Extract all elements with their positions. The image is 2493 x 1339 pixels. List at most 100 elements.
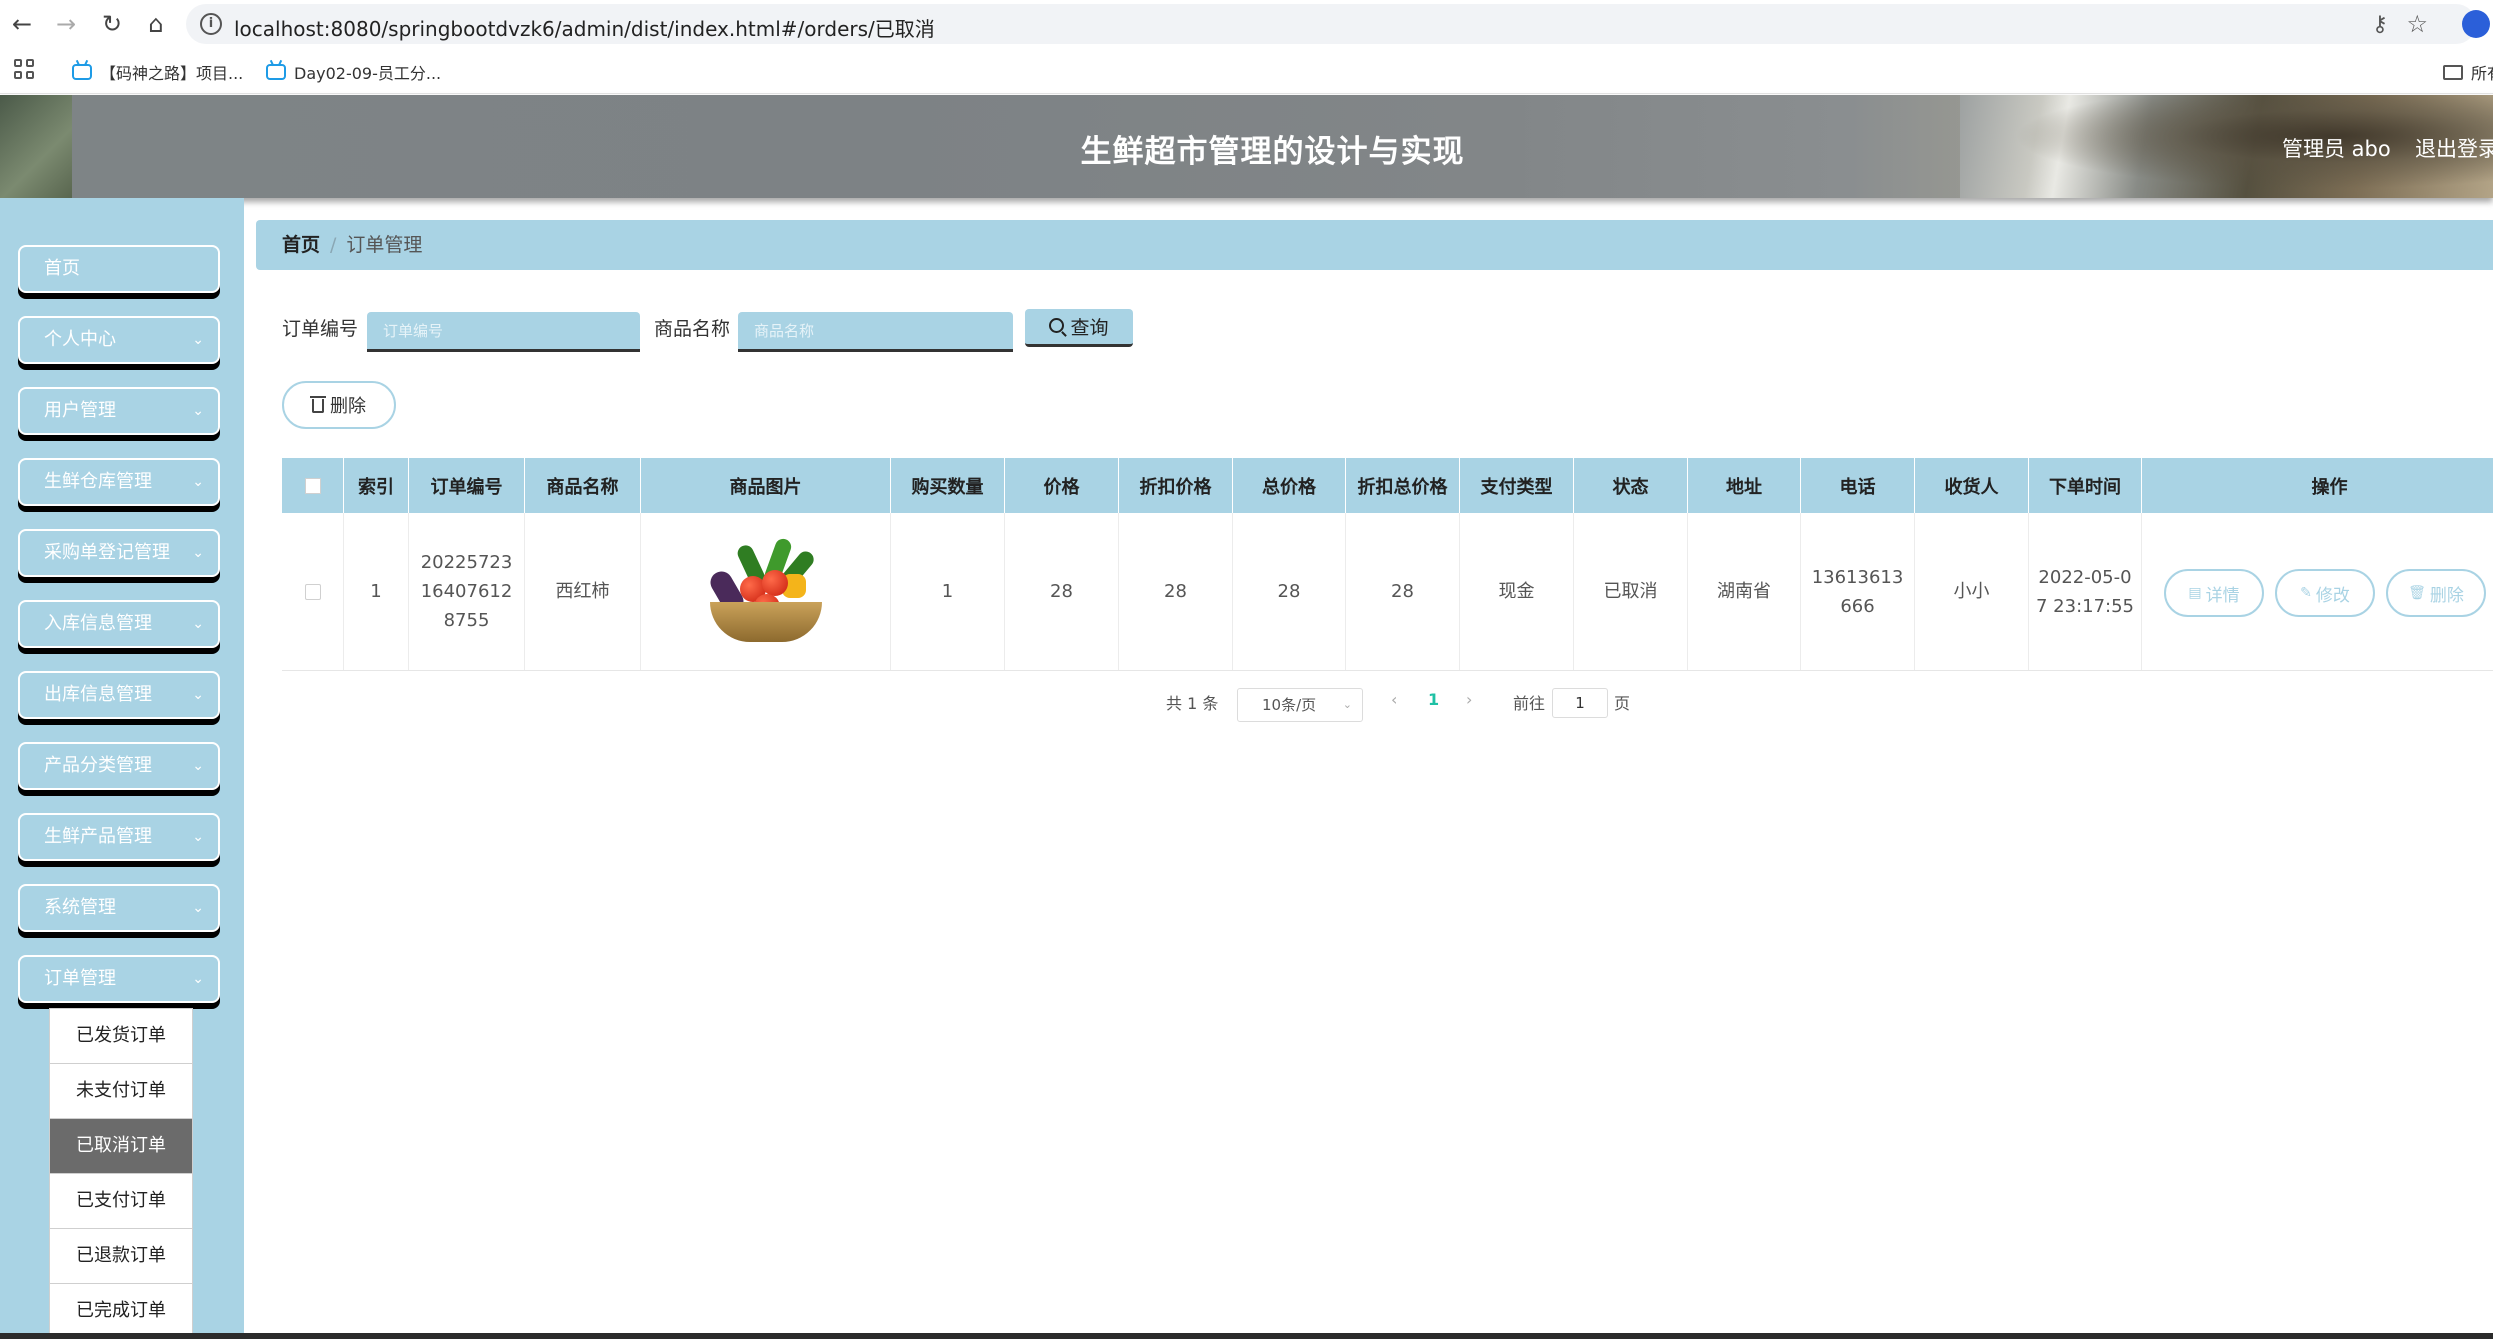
sidebar-item-orders[interactable]: 订单管理 ⌄	[18, 955, 220, 1003]
next-page-icon[interactable]: ›	[1466, 690, 1472, 709]
row-select-cell	[282, 513, 344, 670]
pagination-total: 共 1 条	[1166, 694, 1219, 713]
chevron-down-icon: ⌄	[192, 758, 204, 774]
cell-order-time: 2022-05-0 7 23:17:55	[2029, 513, 2142, 670]
submenu-item-paid[interactable]: 已支付订单	[49, 1173, 193, 1228]
prev-page-icon[interactable]: ‹	[1391, 690, 1397, 709]
product-name-input[interactable]	[738, 312, 1013, 352]
reload-icon[interactable]: ↻	[96, 8, 128, 40]
sidebar: 首页 个人中心 ⌄ 用户管理 ⌄ 生鲜仓库管理 ⌄ 采购单登记管理 ⌄ 入库信息管理 ⌄ …	[0, 198, 244, 1339]
batch-delete-button[interactable]: 删除	[282, 381, 396, 429]
bookmark-star-icon[interactable]: ☆	[2406, 10, 2428, 38]
product-name-label: 商品名称	[654, 318, 731, 340]
column-header: 下单时间	[2029, 458, 2142, 513]
select-all-checkbox[interactable]	[304, 477, 321, 494]
cell-total: 28	[1233, 513, 1346, 670]
column-header: 索引	[344, 458, 409, 513]
order-no-input[interactable]	[367, 312, 640, 352]
bilibili-icon	[266, 64, 286, 80]
column-header: 地址	[1688, 458, 1801, 513]
column-header: 折扣价格	[1119, 458, 1233, 513]
order-no-label: 订单编号	[282, 318, 359, 340]
column-header: 价格	[1005, 458, 1119, 513]
chevron-down-icon: ⌄	[192, 545, 204, 561]
vegetable-basket-image[interactable]	[703, 529, 828, 654]
submenu-item-refunded[interactable]: 已退款订单	[49, 1228, 193, 1283]
chevron-down-icon: ⌄	[192, 900, 204, 916]
password-key-icon[interactable]: ⚷	[2372, 12, 2388, 37]
submenu-item-shipped[interactable]: 已发货订单	[49, 1008, 193, 1063]
detail-button[interactable]: ▤ 详情	[2164, 569, 2264, 617]
trash-icon: 🗑	[2408, 585, 2426, 601]
all-bookmarks-folder[interactable]: 所有	[2443, 60, 2493, 84]
table-row: 1 20225723 16407612 8755 西红柿 1 28 28 28 …	[282, 513, 2493, 671]
address-bar[interactable]: i localhost:8080/springbootdvzk6/admin/d…	[186, 4, 2476, 44]
delete-row-button[interactable]: 🗑 删除	[2386, 569, 2486, 617]
breadcrumb: 首页 / 订单管理	[256, 220, 2493, 270]
forward-arrow-icon[interactable]: →	[50, 8, 82, 40]
browser-toolbar: ← → ↻ ⌂ i localhost:8080/springbootdvzk6…	[0, 0, 2493, 48]
sidebar-item-category[interactable]: 产品分类管理 ⌄	[18, 742, 220, 790]
column-header: 折扣总价格	[1346, 458, 1460, 513]
home-icon[interactable]: ⌂	[140, 8, 172, 40]
sidebar-item-profile[interactable]: 个人中心 ⌄	[18, 316, 220, 364]
column-header: 支付类型	[1460, 458, 1574, 513]
column-header: 购买数量	[891, 458, 1005, 513]
cell-quantity: 1	[891, 513, 1005, 670]
breadcrumb-current: 订单管理	[346, 234, 423, 256]
site-info-icon[interactable]: i	[200, 13, 222, 35]
column-header: 总价格	[1233, 458, 1346, 513]
sidebar-item-users[interactable]: 用户管理 ⌄	[18, 387, 220, 435]
chevron-down-icon: ⌄	[192, 332, 204, 348]
sidebar-item-outbound[interactable]: 出库信息管理 ⌄	[18, 671, 220, 719]
cell-phone: 13613613 666	[1801, 513, 1915, 670]
query-button[interactable]: 查询	[1025, 309, 1133, 347]
breadcrumb-home[interactable]: 首页	[282, 234, 320, 256]
row-checkbox[interactable]	[304, 583, 321, 600]
sidebar-item-system[interactable]: 系统管理 ⌄	[18, 884, 220, 932]
column-header: 操作	[2142, 458, 2493, 513]
orders-submenu: 已发货订单 未支付订单 已取消订单 已支付订单 已退款订单 已完成订单	[49, 1008, 193, 1338]
profile-avatar-icon[interactable]	[2462, 10, 2490, 38]
app-header: 生鲜超市管理的设计与实现 管理员 abo 退出登录	[0, 95, 2493, 198]
cell-actions: ▤ 详情 ✎ 修改 🗑 删除	[2142, 513, 2493, 670]
chevron-down-icon: ⌄	[192, 829, 204, 845]
taskbar-edge	[0, 1333, 2493, 1339]
folder-icon	[2443, 64, 2463, 80]
chevron-down-icon: ⌄	[1342, 698, 1352, 711]
submenu-item-completed[interactable]: 已完成订单	[49, 1283, 193, 1338]
sidebar-item-warehouse[interactable]: 生鲜仓库管理 ⌄	[18, 458, 220, 506]
chevron-down-icon: ⌄	[192, 687, 204, 703]
page-number-current[interactable]: 1	[1428, 690, 1439, 709]
submenu-item-unpaid[interactable]: 未支付订单	[49, 1063, 193, 1118]
cell-product-image	[641, 513, 891, 670]
current-user: 管理员 abo	[2282, 137, 2391, 161]
sidebar-item-purchase[interactable]: 采购单登记管理 ⌄	[18, 529, 220, 577]
column-header: 商品图片	[641, 458, 891, 513]
cell-status: 已取消	[1574, 513, 1688, 670]
submenu-item-cancelled[interactable]: 已取消订单	[49, 1118, 193, 1173]
cell-receiver: 小小	[1915, 513, 2029, 670]
bilibili-icon	[72, 64, 92, 80]
apps-grid-icon[interactable]	[14, 59, 36, 81]
page-size-select[interactable]: 10条/页 ⌄	[1237, 688, 1363, 722]
cell-pay-type: 现金	[1460, 513, 1574, 670]
bookmarks-bar: 【码神之路】项目... Day02-09-员工分... 所有	[0, 48, 2493, 94]
bookmark-item[interactable]: 【码神之路】项目...	[72, 60, 243, 84]
url-text[interactable]: localhost:8080/springbootdvzk6/admin/dis…	[234, 13, 935, 42]
chevron-down-icon: ⌄	[192, 616, 204, 632]
search-icon	[1049, 318, 1065, 333]
sidebar-item-inbound[interactable]: 入库信息管理 ⌄	[18, 600, 220, 648]
sidebar-item-products[interactable]: 生鲜产品管理 ⌄	[18, 813, 220, 861]
sidebar-item-home[interactable]: 首页	[18, 245, 220, 293]
column-header: 订单编号	[409, 458, 525, 513]
column-header: 电话	[1801, 458, 1915, 513]
chevron-down-icon: ⌄	[192, 971, 204, 987]
edit-button[interactable]: ✎ 修改	[2275, 569, 2375, 617]
goto-page-input[interactable]: 1	[1552, 688, 1608, 718]
cell-product-name: 西红柿	[525, 513, 641, 670]
back-arrow-icon[interactable]: ←	[6, 8, 38, 40]
logout-link[interactable]: 退出登录	[2415, 133, 2493, 163]
bookmark-item[interactable]: Day02-09-员工分...	[266, 60, 441, 84]
column-header: 状态	[1574, 458, 1688, 513]
